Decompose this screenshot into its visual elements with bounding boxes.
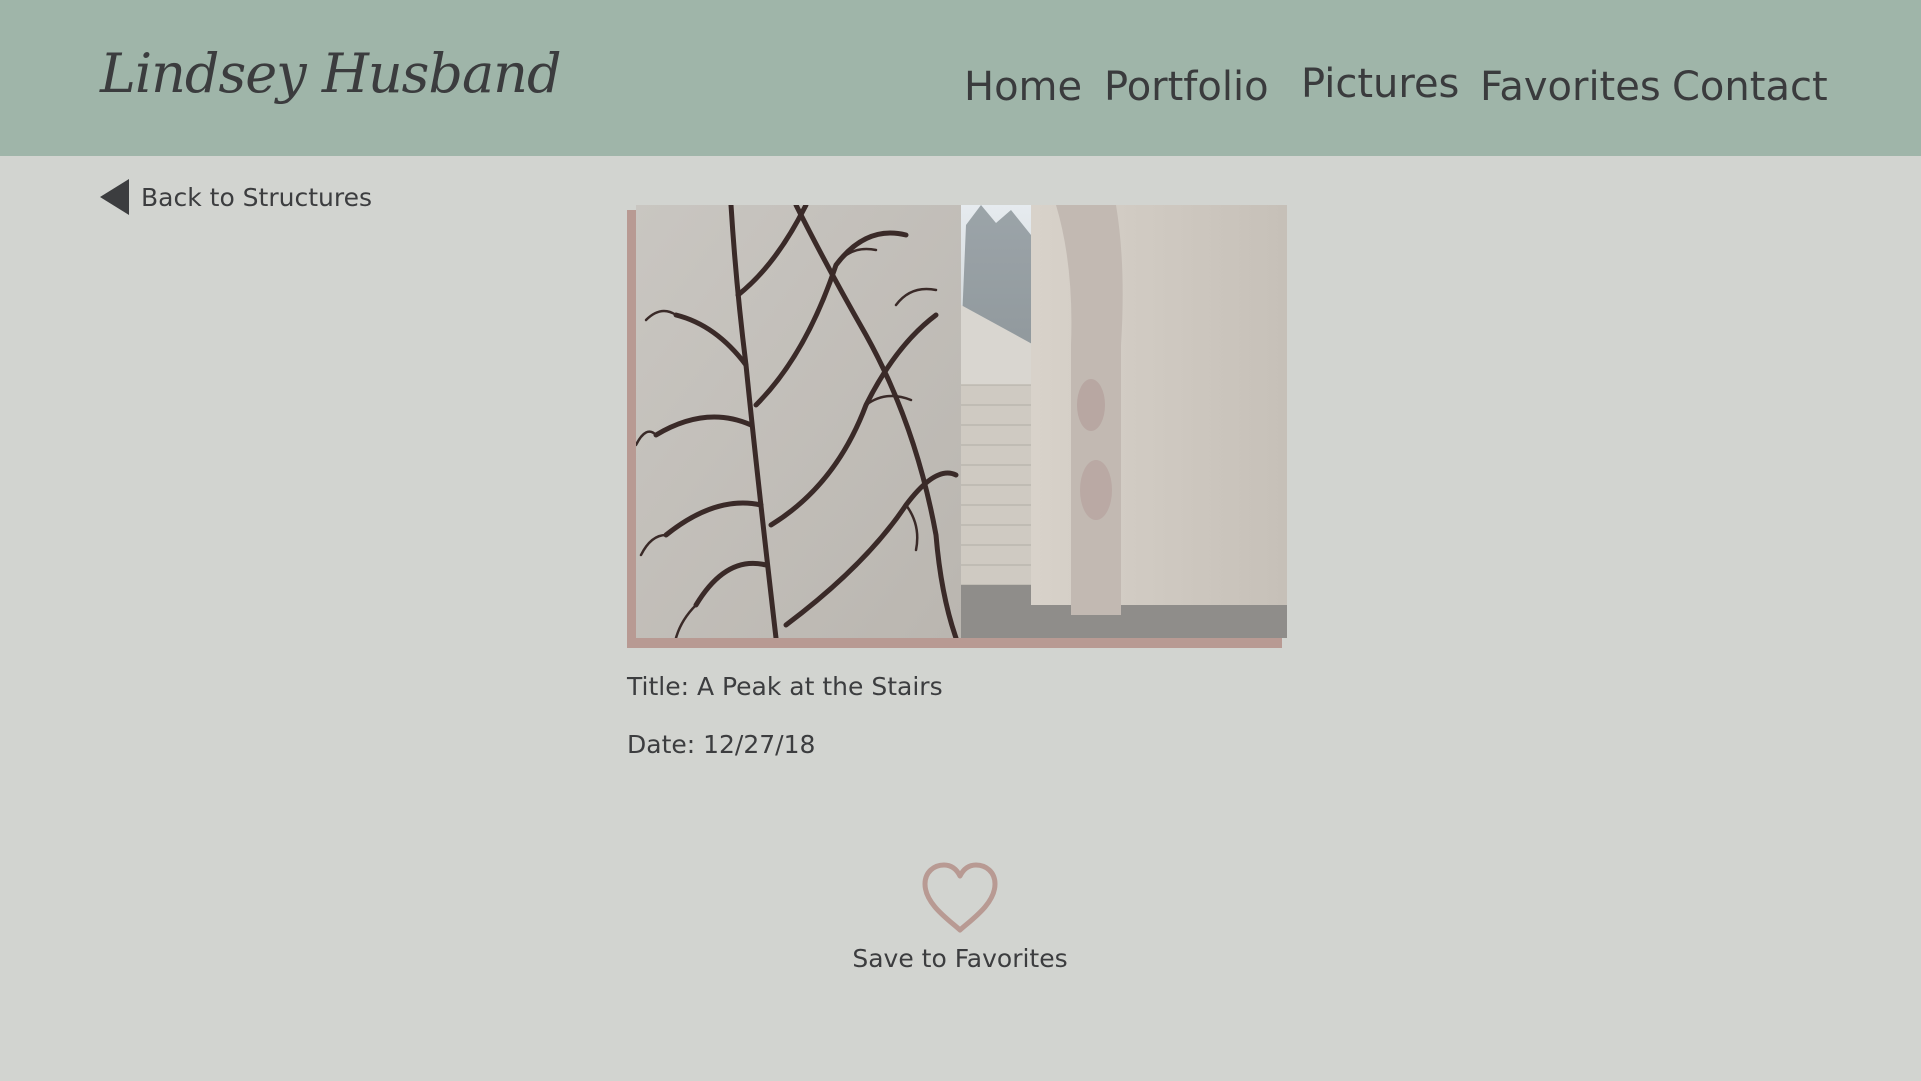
nav-portfolio[interactable]: Portfolio [1104, 62, 1269, 112]
save-to-favorites-label: Save to Favorites [852, 944, 1068, 973]
heart-icon [922, 862, 998, 933]
photo-title: Title: A Peak at the Stairs [627, 672, 943, 701]
nav-contact[interactable]: Contact [1672, 62, 1828, 112]
nav-home[interactable]: Home [964, 62, 1082, 112]
nav-pictures[interactable]: Pictures [1301, 59, 1459, 109]
nav-favorites[interactable]: Favorites [1480, 62, 1661, 112]
back-to-structures-link[interactable]: Back to Structures [100, 178, 372, 216]
photo-date: Date: 12/27/18 [627, 730, 816, 759]
save-to-favorites-button[interactable]: Save to Favorites [840, 860, 1080, 980]
photo-stairs-vines[interactable] [636, 205, 1287, 638]
site-header: Lindsey Husband Home Portfolio Pictures … [0, 0, 1921, 156]
photo-frame [627, 205, 1287, 648]
back-link-label: Back to Structures [141, 182, 373, 212]
site-logo[interactable]: Lindsey Husband [100, 42, 562, 105]
triangle-left-icon [100, 179, 129, 215]
